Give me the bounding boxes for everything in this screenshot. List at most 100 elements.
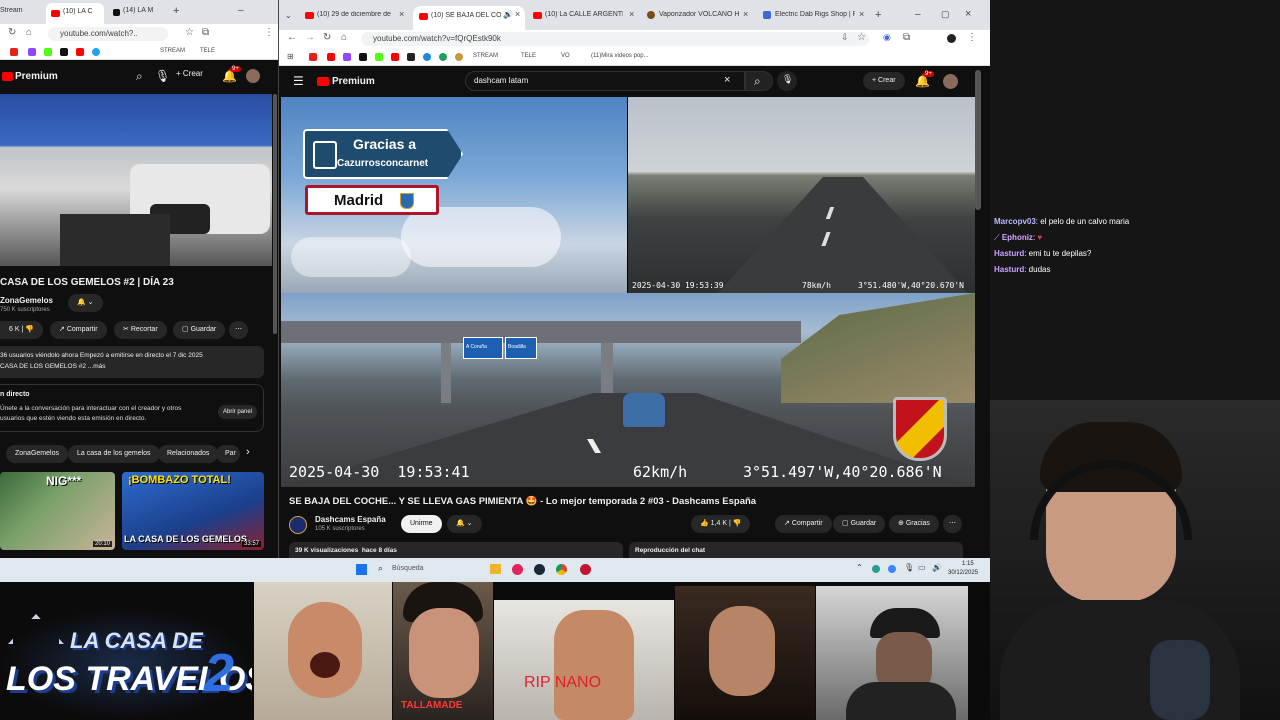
bookmark-icon-2[interactable] [327, 53, 335, 61]
bookmark-icon-1[interactable] [309, 53, 317, 61]
tray-icon-2[interactable] [888, 565, 896, 573]
chip-2[interactable]: Relacionados [158, 445, 219, 463]
chip-3[interactable]: Par [216, 445, 240, 463]
yt-logo-text[interactable]: Premium [332, 76, 375, 87]
home-icon[interactable]: ⌂ [341, 32, 347, 43]
extensions-icon[interactable]: ⧉ [202, 27, 209, 38]
left-share-button[interactable]: ↗ Compartir [50, 321, 107, 339]
left-description-box[interactable]: 36 usuarios viéndolo ahora Empezó a emit… [0, 346, 264, 378]
left-video-player[interactable] [0, 94, 272, 266]
left-notify-button[interactable]: 🔔 ⌄ [68, 294, 103, 312]
bookmark-icon-3[interactable] [44, 48, 52, 56]
main-tab-4[interactable]: Electric Dab Rigs Shop | Puff × [759, 6, 871, 26]
tray-chevron-icon[interactable]: ⌃ [856, 563, 863, 572]
bookmark-stream[interactable]: STREAM [160, 48, 185, 54]
search-icon[interactable]: ⌕ [136, 70, 143, 82]
app-icon-2[interactable] [580, 564, 591, 575]
tab-search-icon[interactable]: ⌄ [285, 11, 292, 20]
bookmark-tele[interactable]: TELE [521, 53, 536, 59]
menu-dots-icon[interactable]: ⋮ [264, 27, 274, 38]
search-box[interactable]: dashcam latam × [465, 71, 745, 91]
bookmark-icon-5[interactable] [375, 53, 383, 61]
close-icon[interactable]: × [399, 9, 404, 19]
bookmark-tele[interactable]: TELE [200, 48, 215, 54]
steam-icon[interactable] [534, 564, 545, 575]
main-save-button[interactable]: ▢ Guardar [833, 515, 886, 533]
left-more-button[interactable]: ⋯ [229, 321, 248, 339]
extensions-icon[interactable]: ⧉ [903, 32, 910, 43]
bookmark-stream[interactable]: STREAM [473, 53, 498, 59]
join-button[interactable]: Unirme [401, 515, 442, 533]
reload-icon[interactable]: ↻ [8, 27, 16, 38]
main-description-box[interactable]: 39 K visualizaciones hace 8 días [289, 542, 623, 558]
back-icon[interactable]: ← [287, 32, 297, 43]
windows-start-icon[interactable] [356, 564, 367, 575]
chevron-right-icon[interactable]: › [246, 447, 250, 458]
left-save-button[interactable]: ▢ Guardar [173, 321, 226, 339]
left-address-bar[interactable]: youtube.com/watch?.. [48, 27, 168, 41]
bookmark-icon-7[interactable] [407, 53, 415, 61]
close-icon[interactable]: × [859, 9, 864, 19]
maximize-icon[interactable]: ▢ [941, 9, 950, 20]
apps-icon[interactable]: ⊞ [287, 52, 294, 61]
menu-dots-icon[interactable]: ⋮ [967, 32, 977, 43]
bookmark-icon-6[interactable] [92, 48, 100, 56]
chip-0[interactable]: ZonaGemelos [6, 445, 68, 463]
open-panel-button[interactable]: Abrir panel [218, 405, 258, 419]
mic-icon[interactable]: 🎙 [155, 70, 170, 82]
left-channel-name[interactable]: ZonaGemelos [0, 296, 53, 305]
volume-icon[interactable]: 🔊 [932, 563, 942, 572]
bookmark-vo[interactable]: VO [561, 53, 570, 59]
main-tab-1-active[interactable]: (10) SE BAJA DEL COCHE 🔊 × [413, 6, 525, 32]
close-icon[interactable]: × [515, 9, 520, 19]
avatar[interactable] [246, 69, 260, 83]
voice-search-button[interactable]: 🎙 [777, 71, 797, 91]
bookmark-icon-8[interactable] [423, 53, 431, 61]
search-input[interactable]: dashcam latam [474, 76, 528, 85]
main-address-bar[interactable]: youtube.com/watch?v=fQrQEstk90k [361, 32, 869, 46]
close-window-icon[interactable]: × [965, 8, 971, 20]
bookmark-icon-4[interactable] [60, 48, 68, 56]
create-button[interactable]: + Crear [863, 72, 905, 90]
network-icon[interactable]: ▭ [918, 563, 926, 572]
chip-1[interactable]: La casa de los gemelos [68, 445, 160, 463]
yt-logo-icon[interactable] [2, 72, 13, 81]
mic-tray-icon[interactable]: 🎙 [904, 563, 914, 572]
bookmark-icon-5[interactable] [76, 48, 84, 56]
left-tab-0[interactable]: Stream [0, 7, 40, 14]
left-tab-2[interactable]: (14) LA M [123, 7, 161, 14]
left-like-button[interactable]: 6 K | 👎 [0, 321, 43, 339]
app-icon-1[interactable] [512, 564, 523, 575]
close-icon[interactable]: × [629, 9, 634, 19]
reload-icon[interactable]: ↻ [323, 32, 331, 43]
tray-icon-1[interactable] [872, 565, 880, 573]
bookmark-mira[interactable]: (11)Mira videos pop... [591, 53, 649, 59]
speaker-icon[interactable]: 🔊 [503, 10, 513, 19]
chrome-icon[interactable] [556, 564, 567, 575]
subscribe-bell-button[interactable]: 🔔 ⌄ [447, 515, 482, 533]
main-tab-2[interactable]: (10) La CALLE ARGENTINA × [529, 6, 639, 26]
main-tab-3[interactable]: Vaporizador VOLCANO HYB × [643, 6, 755, 26]
main-like-button[interactable]: 👍 1,4 K | 👎 [691, 515, 751, 533]
thanks-button[interactable]: ⊕ Gracias [889, 515, 939, 533]
star-icon[interactable]: ☆ [857, 32, 866, 43]
star-icon[interactable]: ☆ [185, 27, 194, 38]
bookmark-icon-4[interactable] [359, 53, 367, 61]
main-share-button[interactable]: ↗ Compartir [775, 515, 832, 533]
new-tab-icon[interactable]: + [173, 5, 179, 17]
left-clip-button[interactable]: ✂ Recortar [114, 321, 167, 339]
new-tab-icon[interactable]: + [875, 9, 881, 21]
clear-search-icon[interactable]: × [724, 74, 730, 86]
profile-icon[interactable] [947, 34, 956, 43]
taskbar-search[interactable]: Búsqueda [392, 565, 424, 572]
bookmark-icon-9[interactable] [439, 53, 447, 61]
install-icon[interactable]: ⇩ [841, 32, 849, 43]
left-scrollbar[interactable] [273, 94, 277, 334]
bookmark-icon-3[interactable] [343, 53, 351, 61]
yt-logo-icon[interactable] [317, 77, 329, 86]
chat-replay-box[interactable]: Reproducción del chat [629, 542, 963, 558]
audio-icon[interactable]: ◉ [883, 32, 891, 43]
bookmark-icon-6[interactable] [391, 53, 399, 61]
main-scrollbar[interactable] [975, 70, 981, 210]
home-icon[interactable]: ⌂ [26, 27, 32, 38]
